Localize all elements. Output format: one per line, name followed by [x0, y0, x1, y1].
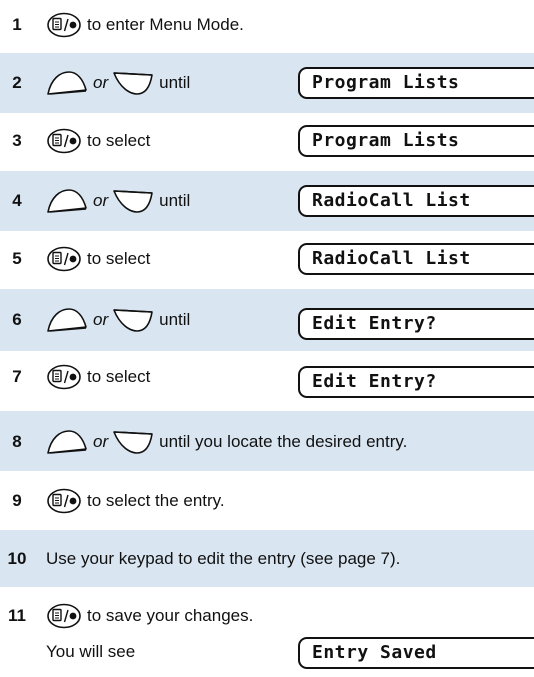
until-text: until	[159, 73, 191, 92]
until-text: until	[159, 310, 191, 329]
step-number: 7	[12, 367, 22, 386]
step-text: until you locate the desired entry.	[159, 432, 408, 451]
up-arrow-button-icon	[46, 70, 88, 96]
menu-select-button-icon	[46, 603, 82, 629]
step-3: 3 to select Program Lists	[0, 113, 534, 171]
down-arrow-button-icon	[112, 307, 154, 333]
or-text: or	[93, 73, 109, 92]
radio-display: Program Lists	[298, 67, 534, 99]
menu-select-button-icon	[46, 488, 82, 514]
step-number: 4	[12, 191, 22, 210]
menu-select-button-icon	[46, 12, 82, 38]
step-number: 5	[12, 249, 22, 268]
step-subtext: You will see	[46, 642, 136, 661]
step-number: 1	[12, 15, 22, 34]
step-text: to enter Menu Mode.	[87, 15, 244, 34]
up-arrow-button-icon	[46, 307, 88, 333]
step-text: to select	[87, 249, 151, 268]
down-arrow-button-icon	[112, 70, 154, 96]
up-arrow-button-icon	[46, 188, 88, 214]
step-text: to select	[87, 367, 151, 386]
up-arrow-button-icon	[46, 429, 88, 455]
step-text: to save your changes.	[87, 606, 254, 625]
radio-display: Program Lists	[298, 125, 534, 157]
step-number: 3	[12, 131, 22, 150]
step-number: 10	[7, 549, 27, 568]
step-11: 11 to save your changes. You will see En…	[0, 587, 534, 677]
step-number: 9	[12, 491, 22, 510]
step-5: 5 to select RadioCall List	[0, 231, 534, 289]
menu-select-button-icon	[46, 364, 82, 390]
or-text: or	[93, 310, 109, 329]
step-number: 6	[12, 310, 22, 329]
step-7: 7 to select Edit Entry?	[0, 351, 534, 411]
radio-display: RadioCall List	[298, 243, 534, 275]
step-text: to select the entry.	[87, 491, 225, 510]
step-number: 8	[12, 432, 22, 451]
step-text: to select	[87, 131, 151, 150]
step-text: Use your keypad to edit the entry (see p…	[46, 549, 401, 568]
radio-display: Edit Entry?	[298, 366, 534, 398]
step-number: 11	[8, 606, 26, 625]
until-text: until	[159, 191, 191, 210]
step-number: 2	[12, 73, 22, 92]
down-arrow-button-icon	[112, 188, 154, 214]
step-9: 9 to select the entry.	[0, 471, 534, 530]
step-2: 2 or until Program Lists	[0, 53, 534, 113]
radio-display: Entry Saved	[298, 637, 534, 669]
step-4: 4 or until RadioCall List	[0, 171, 534, 231]
or-text: or	[93, 432, 109, 451]
step-10: 10 Use your keypad to edit the entry (se…	[0, 530, 534, 587]
down-arrow-button-icon	[112, 429, 154, 455]
menu-select-button-icon	[46, 246, 82, 272]
step-8: 8 or until you locate the desired entry.	[0, 411, 534, 471]
radio-display: Edit Entry?	[298, 308, 534, 340]
menu-select-button-icon	[46, 128, 82, 154]
step-1: 1 to enter Menu Mode.	[0, 0, 534, 53]
step-6: 6 or until Edit Entry?	[0, 289, 534, 351]
radio-display: RadioCall List	[298, 185, 534, 217]
or-text: or	[93, 191, 109, 210]
